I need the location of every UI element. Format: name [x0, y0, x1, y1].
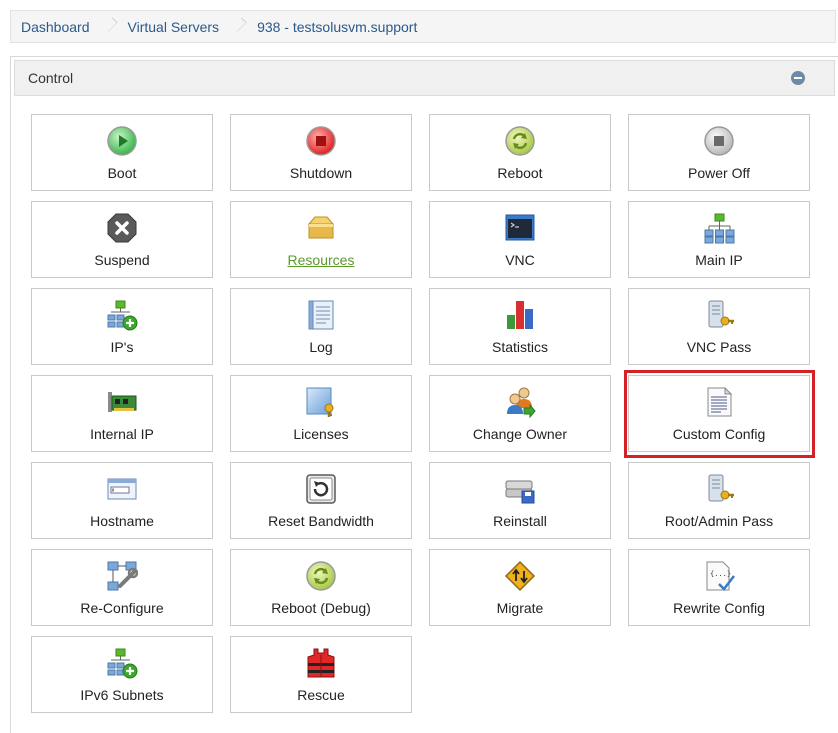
- log-icon: [305, 299, 337, 331]
- suspend-icon: [106, 212, 138, 244]
- control-panel-header: Control: [14, 60, 835, 96]
- reboot-icon: [504, 125, 536, 157]
- re-configure-icon: [106, 560, 138, 592]
- re-configure-button[interactable]: Re-Configure: [31, 549, 213, 626]
- breadcrumb-separator: [104, 10, 114, 43]
- breadcrumb-server[interactable]: 938 - testsolusvm.support: [257, 19, 417, 35]
- root-admin-pass-icon: [703, 473, 735, 505]
- tile-label: Reset Bandwidth: [268, 513, 374, 529]
- tile-label: Re-Configure: [80, 600, 164, 616]
- panel-title: Control: [28, 70, 74, 86]
- power-off-icon: [703, 125, 735, 157]
- rewrite-config-button[interactable]: {...} Rewrite Config: [628, 549, 810, 626]
- tile-label: Reboot (Debug): [271, 600, 371, 616]
- breadcrumb-separator: [233, 10, 243, 43]
- breadcrumb: Dashboard Virtual Servers 938 - testsolu…: [10, 10, 836, 43]
- licenses-icon: [305, 386, 337, 418]
- tile-label: Hostname: [90, 513, 154, 529]
- tile-label: VNC: [505, 252, 535, 268]
- shutdown-button[interactable]: Shutdown: [230, 114, 412, 191]
- tile-label: Reinstall: [493, 513, 547, 529]
- tile-label: Reboot: [497, 165, 543, 181]
- main-ip-button[interactable]: Main IP: [628, 201, 810, 278]
- resources-icon: [305, 212, 337, 244]
- tile-label: IPv6 Subnets: [80, 687, 164, 703]
- tile-label: Migrate: [496, 600, 544, 616]
- ips-icon: [106, 299, 138, 331]
- vnc-pass-icon: [703, 299, 735, 331]
- reinstall-icon: [504, 473, 536, 505]
- hostname-icon: [106, 473, 138, 505]
- tile-label: Root/Admin Pass: [664, 513, 774, 529]
- reboot-debug-icon: [305, 560, 337, 592]
- change-owner-icon: [504, 386, 536, 418]
- collapse-icon[interactable]: [791, 71, 805, 85]
- tile-label: VNC Pass: [686, 339, 752, 355]
- hostname-button[interactable]: Hostname: [31, 462, 213, 539]
- migrate-icon: [504, 560, 536, 592]
- tile-label: Boot: [107, 165, 137, 181]
- reboot-button[interactable]: Reboot: [429, 114, 611, 191]
- custom-config-button[interactable]: Custom Config: [628, 375, 810, 452]
- licenses-button[interactable]: Licenses: [230, 375, 412, 452]
- shutdown-icon: [305, 125, 337, 157]
- rescue-icon: [305, 647, 337, 679]
- reset-bandwidth-button[interactable]: Reset Bandwidth: [230, 462, 412, 539]
- ipv6-subnets-icon: [106, 647, 138, 679]
- tile-label: Licenses: [293, 426, 349, 442]
- vnc-button[interactable]: VNC: [429, 201, 611, 278]
- log-button[interactable]: Log: [230, 288, 412, 365]
- vnc-icon: [504, 212, 536, 244]
- reset-bandwidth-icon: [305, 473, 337, 505]
- ips-button[interactable]: IP's: [31, 288, 213, 365]
- tile-label: Log: [309, 339, 333, 355]
- resources-button[interactable]: Resources: [230, 201, 412, 278]
- tile-label: Change Owner: [472, 426, 568, 442]
- change-owner-button[interactable]: Change Owner: [429, 375, 611, 452]
- custom-config-icon: [703, 386, 735, 418]
- power-off-button[interactable]: Power Off: [628, 114, 810, 191]
- statistics-button[interactable]: Statistics: [429, 288, 611, 365]
- root-admin-pass-button[interactable]: Root/Admin Pass: [628, 462, 810, 539]
- tile-label: IP's: [110, 339, 134, 355]
- tile-label[interactable]: Resources: [288, 252, 355, 268]
- rewrite-config-icon: {...}: [703, 560, 735, 592]
- statistics-icon: [504, 299, 536, 331]
- tile-label: Power Off: [688, 165, 750, 181]
- tile-label: Shutdown: [289, 165, 353, 181]
- tile-label: Custom Config: [672, 426, 766, 442]
- tile-label: Rescue: [297, 687, 345, 703]
- tile-label: Suspend: [94, 252, 150, 268]
- tile-label: Internal IP: [90, 426, 154, 442]
- internal-ip-icon: [106, 386, 138, 418]
- migrate-button[interactable]: Migrate: [429, 549, 611, 626]
- breadcrumb-dashboard[interactable]: Dashboard: [21, 19, 90, 35]
- internal-ip-button[interactable]: Internal IP: [31, 375, 213, 452]
- rescue-button[interactable]: Rescue: [230, 636, 412, 713]
- tile-label: Rewrite Config: [673, 600, 765, 616]
- boot-icon: [106, 125, 138, 157]
- suspend-button[interactable]: Suspend: [31, 201, 213, 278]
- reinstall-button[interactable]: Reinstall: [429, 462, 611, 539]
- vnc-pass-button[interactable]: VNC Pass: [628, 288, 810, 365]
- tile-label: Statistics: [491, 339, 548, 355]
- tile-label: Main IP: [695, 252, 743, 268]
- svg-text:{...}: {...}: [710, 570, 731, 578]
- boot-button[interactable]: Boot: [31, 114, 213, 191]
- ipv6-subnets-button[interactable]: IPv6 Subnets: [31, 636, 213, 713]
- breadcrumb-virtual-servers[interactable]: Virtual Servers: [128, 19, 220, 35]
- main-ip-icon: [703, 212, 735, 244]
- reboot-debug-button[interactable]: Reboot (Debug): [230, 549, 412, 626]
